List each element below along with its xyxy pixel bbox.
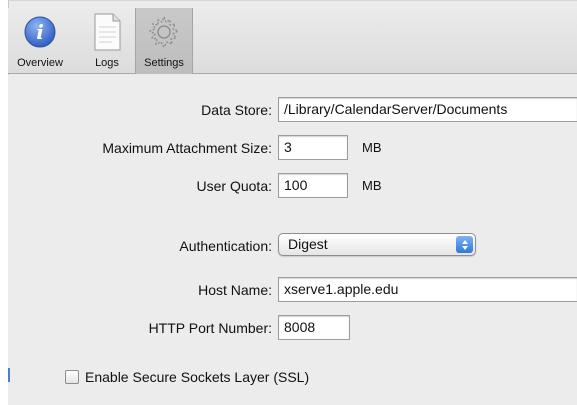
http-port-row: HTTP Port Number: 8008 — [8, 315, 577, 343]
data-store-label: Data Store: — [201, 102, 272, 118]
toolbar-label-settings: Settings — [144, 57, 184, 69]
settings-pane: Data Store: /Library/CalendarServer/Docu… — [8, 75, 577, 405]
max-attachment-row: Maximum Attachment Size: 3 MB — [8, 135, 577, 163]
toolbar-label-logs: Logs — [95, 57, 119, 69]
authentication-popup[interactable]: Digest — [278, 233, 476, 256]
left-margin — [0, 0, 8, 405]
info-icon: i — [23, 13, 57, 51]
ssl-checkbox-label: Enable Secure Sockets Layer (SSL) — [85, 369, 310, 385]
user-quota-field[interactable]: 100 — [278, 173, 348, 198]
toolbar-item-overview[interactable]: i Overview — [8, 8, 72, 74]
max-attachment-label: Maximum Attachment Size: — [102, 140, 272, 156]
document-icon — [92, 13, 122, 51]
toolbar-item-settings[interactable]: Settings — [135, 8, 193, 74]
host-name-row: Host Name: xserve1.apple.edu — [8, 277, 577, 305]
ssl-checkbox-row[interactable]: Enable Secure Sockets Layer (SSL) — [65, 367, 309, 387]
data-store-field[interactable]: /Library/CalendarServer/Documents — [278, 97, 577, 122]
authentication-value: Digest — [288, 236, 328, 252]
http-port-label: HTTP Port Number: — [148, 320, 272, 336]
host-name-label: Host Name: — [198, 282, 272, 298]
http-port-field[interactable]: 8008 — [278, 315, 350, 340]
data-store-row: Data Store: /Library/CalendarServer/Docu… — [8, 97, 577, 125]
authentication-label: Authentication: — [179, 238, 272, 254]
gear-icon — [146, 13, 182, 51]
toolbar: i Overview Logs Settings — [8, 8, 577, 74]
user-quota-unit: MB — [362, 178, 382, 193]
popup-arrows-icon — [456, 236, 473, 253]
max-attachment-unit: MB — [362, 140, 382, 155]
focus-indicator — [8, 368, 10, 382]
authentication-row: Authentication: Digest — [8, 233, 577, 261]
max-attachment-field[interactable]: 3 — [278, 135, 348, 160]
toolbar-label-overview: Overview — [17, 57, 63, 69]
host-name-field[interactable]: xserve1.apple.edu — [278, 277, 577, 302]
user-quota-row: User Quota: 100 MB — [8, 173, 577, 201]
user-quota-label: User Quota: — [196, 178, 272, 194]
ssl-checkbox[interactable] — [65, 370, 79, 384]
toolbar-item-logs[interactable]: Logs — [82, 8, 132, 74]
svg-text:i: i — [36, 20, 44, 44]
